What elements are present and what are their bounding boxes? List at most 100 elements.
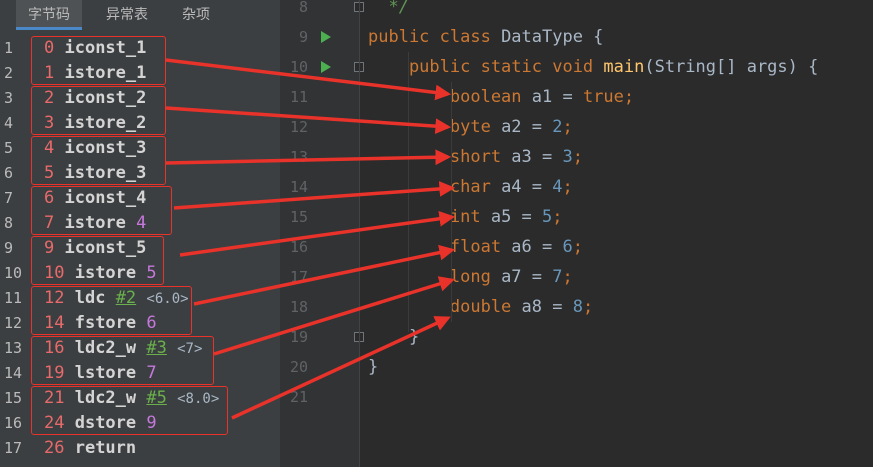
code-token: 3 <box>562 147 573 167</box>
bytecode-line-number: 17 <box>4 439 23 457</box>
code-line[interactable]: char a4 = 4; <box>368 172 573 202</box>
code-line[interactable]: public static void main(String[] args) { <box>368 52 818 82</box>
editor-gutter: 8 9 10 11 12 13 14 15 16 17 18 19 20 21 <box>280 0 364 467</box>
run-icon[interactable] <box>321 31 331 43</box>
highlight-box <box>31 236 164 285</box>
bytecode-line-number: 14 <box>4 364 23 382</box>
editor-line-number: 11 <box>289 88 308 106</box>
editor-line-number: 20 <box>289 358 308 376</box>
bytecode-line-number: 7 <box>4 189 14 207</box>
code-token: } <box>368 327 420 347</box>
editor-line-number: 18 <box>289 298 308 316</box>
bytecode-line-number: 12 <box>4 314 23 332</box>
code-token: ; <box>562 177 573 197</box>
code-token: public static void <box>368 57 604 77</box>
bytecode-instruction: 26 return <box>44 436 136 461</box>
code-token: DataType { <box>501 27 604 47</box>
editor-line-number: 16 <box>289 238 308 256</box>
code-line[interactable]: short a3 = 3; <box>368 142 583 172</box>
code-token: boolean <box>368 87 532 107</box>
code-token: a5 = <box>490 207 543 227</box>
code-token: 6 <box>562 237 573 257</box>
editor-line-number: 13 <box>289 148 308 166</box>
code-token: public class <box>368 27 502 47</box>
highlight-box <box>31 36 166 85</box>
code-line[interactable]: int a5 = 5; <box>368 202 563 232</box>
code-line[interactable]: long a7 = 7; <box>368 262 573 292</box>
highlight-box <box>31 286 192 335</box>
bytecode-line-number: 10 <box>4 264 23 282</box>
bytecode-opcode: return <box>74 438 137 458</box>
code-token: a7 = <box>501 267 553 287</box>
code-token: main <box>603 57 645 77</box>
code-token: double <box>368 297 522 317</box>
run-icon[interactable] <box>321 61 331 73</box>
code-token: 2 <box>552 117 563 137</box>
highlight-box <box>31 136 166 185</box>
code-token: long <box>368 267 502 287</box>
editor-line-number: 15 <box>289 208 308 226</box>
code-token: a4 = <box>501 177 553 197</box>
bytecode-row[interactable]: 17 26 return <box>0 436 280 461</box>
code-token: float <box>368 237 512 257</box>
bytecode-line-number: 5 <box>4 139 14 157</box>
bytecode-line-number: 3 <box>4 89 14 107</box>
editor-line-number: 21 <box>289 388 308 406</box>
code-token: 5 <box>542 207 553 227</box>
editor-line-number: 17 <box>289 268 308 286</box>
bytecode-tabs: 字节码 异常表 杂项 <box>0 0 280 30</box>
bytecode-line-number: 1 <box>4 39 14 57</box>
code-token: ; <box>552 207 563 227</box>
bytecode-line-number: 9 <box>4 239 14 257</box>
code-token: 8 <box>572 297 583 317</box>
code-line[interactable]: */ <box>368 0 409 22</box>
code-token: */ <box>368 0 409 17</box>
tab-1[interactable]: 异常表 <box>94 0 160 30</box>
tab-0[interactable]: 字节码 <box>16 0 82 30</box>
code-token: char <box>368 177 502 197</box>
gutter-separator <box>359 0 360 467</box>
bytecode-line-number: 15 <box>4 389 23 407</box>
highlight-box <box>31 186 172 235</box>
code-token: int <box>368 207 491 227</box>
editor-line-number: 12 <box>289 118 308 136</box>
editor-line-number: 8 <box>298 0 308 16</box>
editor-line-number: 14 <box>289 178 308 196</box>
code-line[interactable]: } <box>368 352 378 382</box>
code-token: a8 = <box>521 297 573 317</box>
code-token: (String[] args) { <box>644 57 819 77</box>
bytecode-line-number: 16 <box>4 414 23 432</box>
bytecode-line-number: 13 <box>4 339 23 357</box>
code-editor[interactable]: 8 9 10 11 12 13 14 15 16 17 18 19 20 21 */ public clas… <box>280 0 873 467</box>
bytecode-line-number: 6 <box>4 164 14 182</box>
code-token: } <box>368 357 379 377</box>
code-token: ; <box>562 267 573 287</box>
highlight-box <box>31 86 166 135</box>
code-token: ; <box>582 297 594 317</box>
code-token: 4 <box>552 177 563 197</box>
bytecode-line-number: 11 <box>4 289 23 307</box>
tab-2[interactable]: 杂项 <box>170 0 222 30</box>
code-token: a2 = <box>501 117 553 137</box>
code-token: byte <box>368 117 502 137</box>
highlight-box <box>31 386 228 435</box>
indent-guide <box>451 82 452 322</box>
code-line[interactable]: double a8 = 8; <box>368 292 593 322</box>
code-token: a6 = <box>511 237 563 257</box>
code-token: ; <box>572 147 583 167</box>
bytecode-line-number: 2 <box>4 64 14 82</box>
code-token: short <box>368 147 512 167</box>
code-token: ; <box>623 87 635 107</box>
code-token: 7 <box>552 267 563 287</box>
bytecode-line-number: 4 <box>4 114 14 132</box>
code-line[interactable]: byte a2 = 2; <box>368 112 573 142</box>
editor-line-number: 9 <box>298 28 308 46</box>
highlight-box <box>31 336 214 385</box>
code-token: a1 = <box>531 87 583 107</box>
code-line[interactable]: float a6 = 6; <box>368 232 583 262</box>
code-line[interactable]: public class DataType { <box>368 22 603 52</box>
editor-line-number: 10 <box>289 58 308 76</box>
code-token: ; <box>572 237 583 257</box>
code-line[interactable]: } <box>368 322 419 352</box>
bytecode-line-number: 8 <box>4 214 14 232</box>
